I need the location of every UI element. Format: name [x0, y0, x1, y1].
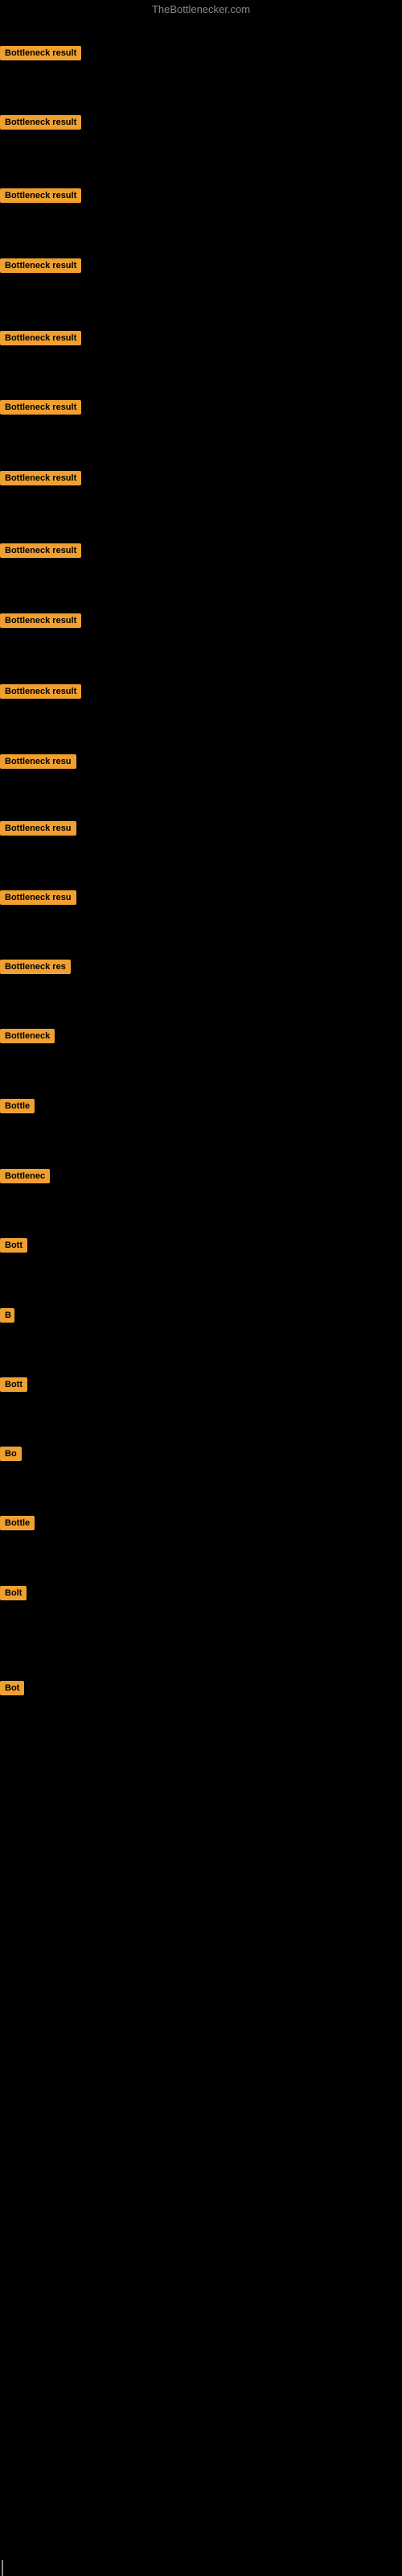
bottleneck-badge-b13: Bottleneck resu	[0, 890, 76, 905]
bottleneck-badge-b3: Bottleneck result	[0, 188, 81, 203]
bottleneck-badge-b9: Bottleneck result	[0, 613, 81, 628]
bottleneck-badge-b21: Bo	[0, 1447, 22, 1461]
bottleneck-badge-b6: Bottleneck result	[0, 400, 81, 415]
bottleneck-badge-b11: Bottleneck resu	[0, 754, 76, 769]
bottleneck-badge-b4: Bottleneck result	[0, 258, 81, 273]
bottleneck-badge-b7: Bottleneck result	[0, 471, 81, 485]
bottleneck-badge-b20: Bott	[0, 1377, 27, 1392]
bottleneck-badge-b18: Bott	[0, 1238, 27, 1253]
bottleneck-badge-b1: Bottleneck result	[0, 46, 81, 60]
bottleneck-badge-b24: Bot	[0, 1681, 24, 1695]
bottleneck-badge-b2: Bottleneck result	[0, 115, 81, 130]
text-cursor	[2, 2560, 3, 2576]
bottleneck-badge-b22: Bottle	[0, 1516, 35, 1530]
bottleneck-badge-b23: Bolt	[0, 1586, 27, 1600]
bottleneck-badge-b8: Bottleneck result	[0, 543, 81, 558]
bottleneck-badge-b14: Bottleneck res	[0, 960, 71, 974]
bottleneck-badge-b19: B	[0, 1308, 14, 1323]
bottleneck-badge-b17: Bottlenec	[0, 1169, 50, 1183]
bottleneck-badge-b10: Bottleneck result	[0, 684, 81, 699]
bottleneck-badge-b12: Bottleneck resu	[0, 821, 76, 836]
site-title: TheBottlenecker.com	[152, 3, 250, 15]
bottleneck-badge-b15: Bottleneck	[0, 1029, 55, 1043]
bottleneck-badge-b5: Bottleneck result	[0, 331, 81, 345]
bottleneck-badge-b16: Bottle	[0, 1099, 35, 1113]
